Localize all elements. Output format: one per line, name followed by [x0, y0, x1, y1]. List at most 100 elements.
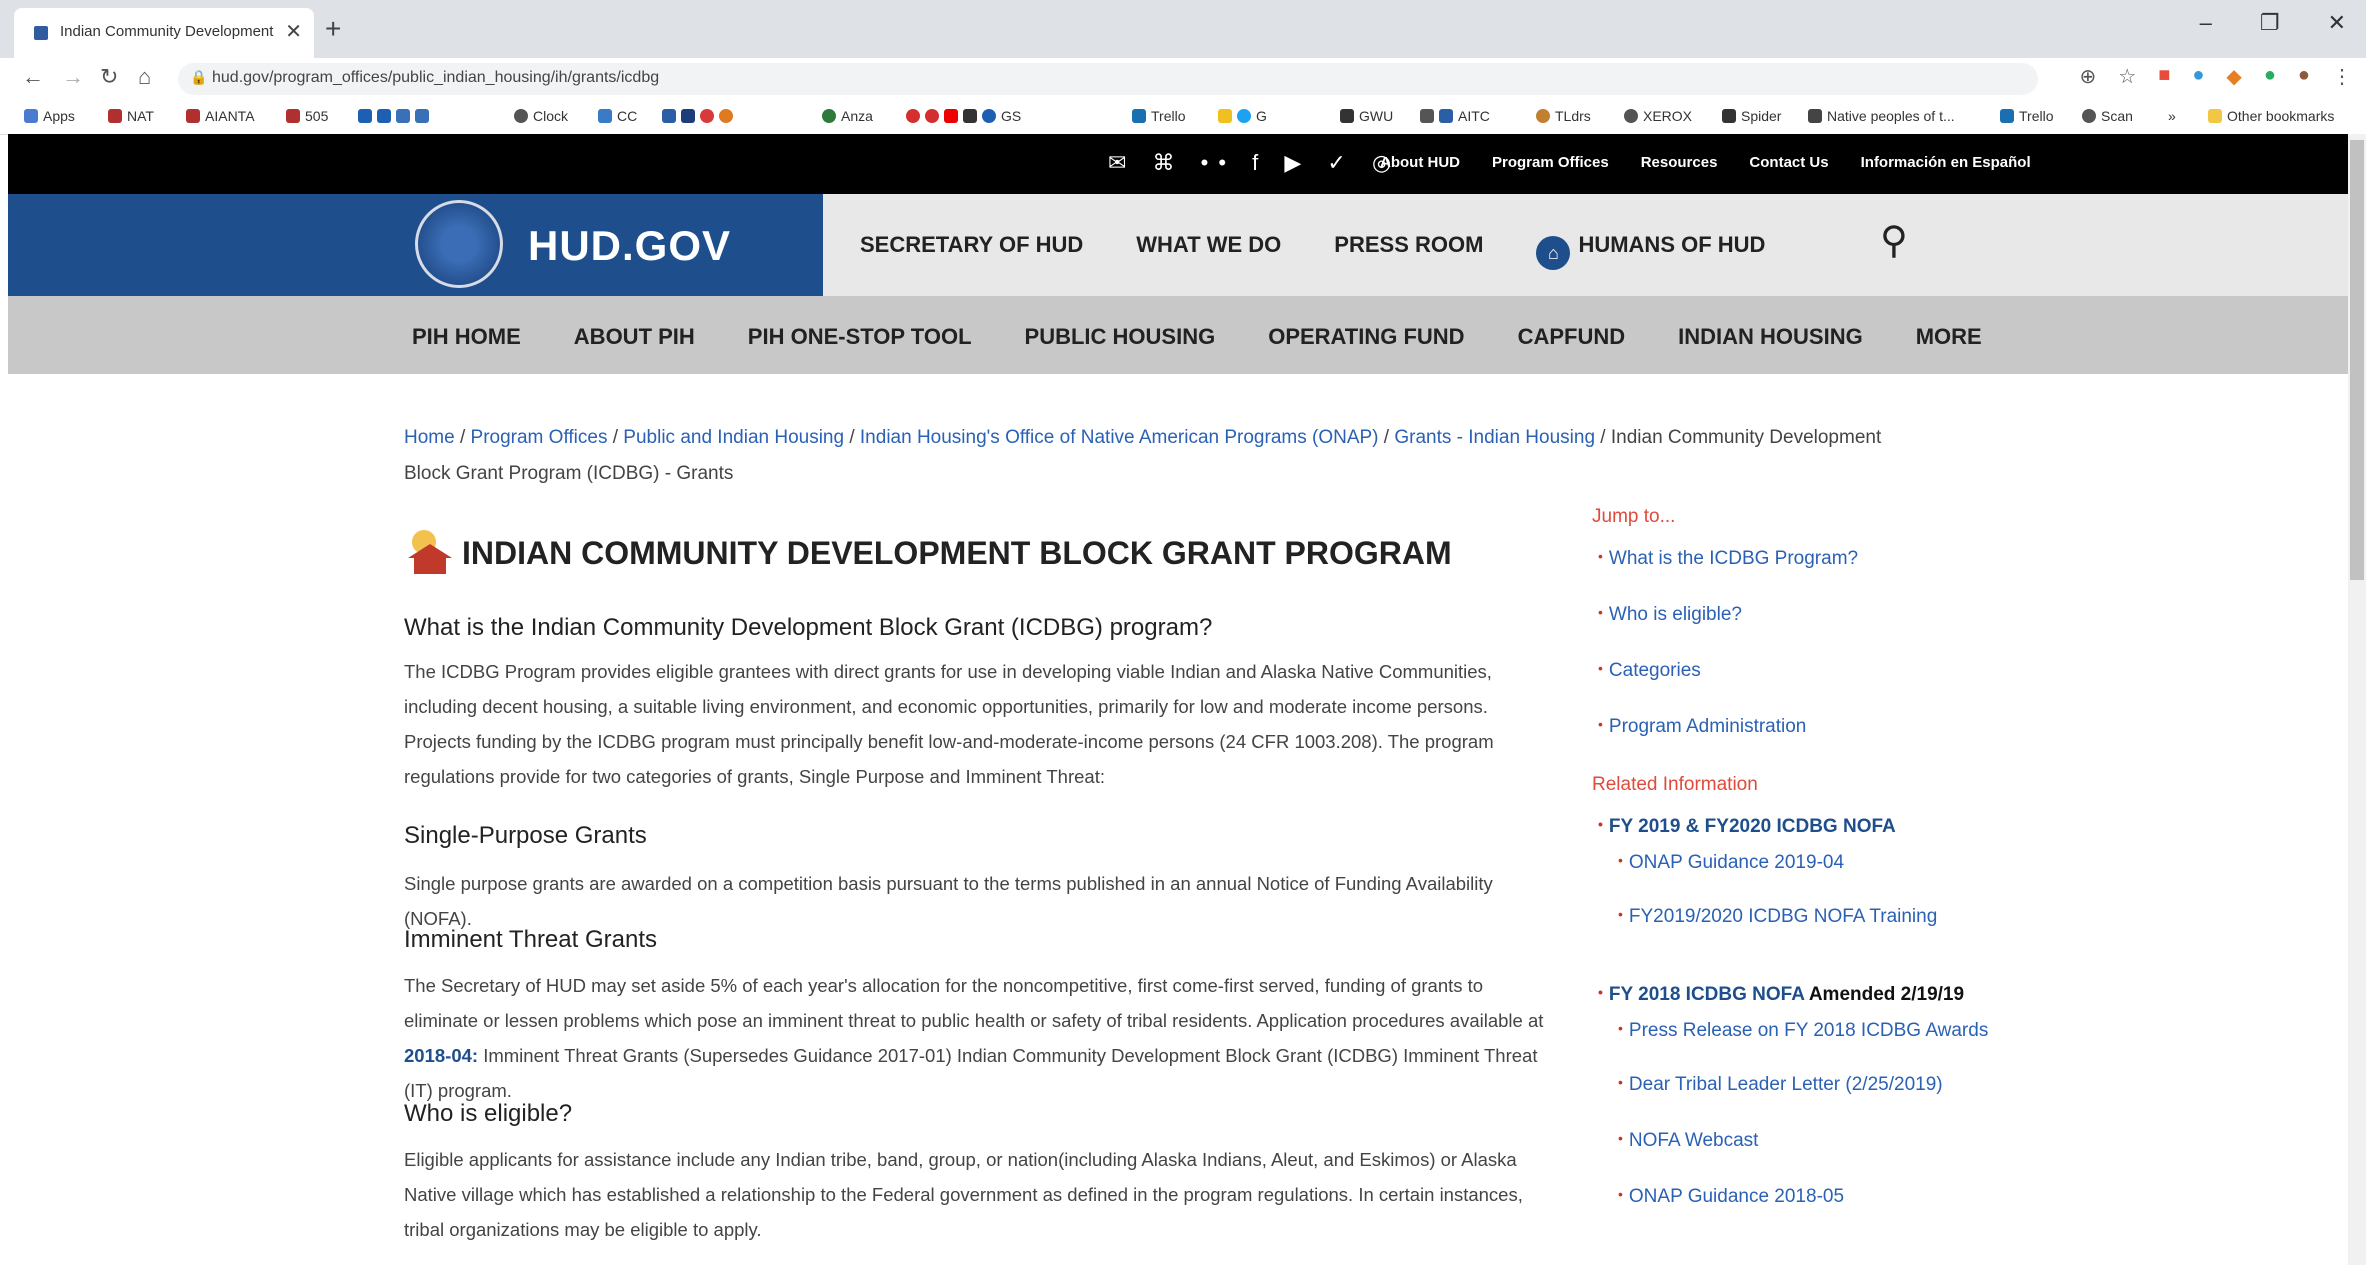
reload-icon[interactable]: ↻ — [100, 64, 118, 90]
bookmark[interactable] — [358, 108, 434, 124]
nofa-2018-link[interactable]: FY 2018 ICDBG NOFA Amended 2/19/19 — [1598, 984, 1964, 1006]
extension-icon[interactable]: ■ — [2158, 64, 2170, 89]
house-icon: ⌂ — [1536, 236, 1571, 270]
search-icon[interactable]: ⚲ — [1880, 218, 1908, 263]
bookmark[interactable]: Native peoples of t... — [1808, 108, 1955, 124]
jump-link[interactable]: What is the ICDBG Program? — [1598, 548, 1858, 570]
jump-link[interactable]: Program Administration — [1598, 716, 1806, 738]
utility-link-espanol[interactable]: Información en Español — [1861, 154, 2031, 171]
paragraph-imminent: The Secretary of HUD may set aside 5% of… — [404, 975, 1544, 1101]
browser-tab[interactable]: Indian Community Development ✕ — [14, 8, 314, 58]
bookmarks-bar: Apps NAT AIANTA 505 Clock CC Anza GS Tre… — [0, 100, 2366, 135]
nav-press-room[interactable]: PRESS ROOM — [1334, 232, 1483, 270]
related-link[interactable]: FY2019/2020 ICDBG NOFA Training — [1618, 906, 1937, 928]
breadcrumb-onap[interactable]: Indian Housing's Office of Native Americ… — [860, 427, 1379, 448]
breadcrumb-program-offices[interactable]: Program Offices — [471, 427, 608, 448]
pih-subnav: PIH HOME ABOUT PIH PIH ONE-STOP TOOL PUB… — [8, 296, 2348, 374]
scrollbar-thumb[interactable] — [2350, 140, 2364, 580]
subnav-about-pih[interactable]: ABOUT PIH — [574, 324, 695, 350]
bookmark[interactable]: 505 — [286, 108, 328, 124]
favicon-icon — [34, 26, 48, 40]
related-link[interactable]: Press Release on FY 2018 ICDBG Awards — [1618, 1020, 1988, 1042]
utility-link-program-offices[interactable]: Program Offices — [1492, 154, 1609, 171]
bookmark[interactable]: AIANTA — [186, 108, 255, 124]
subnav-public-housing[interactable]: PUBLIC HOUSING — [1025, 324, 1216, 350]
section-heading-imminent: Imminent Threat Grants — [404, 926, 657, 953]
bookmark[interactable]: Scan — [2082, 108, 2133, 124]
related-link[interactable]: ONAP Guidance 2019-04 — [1618, 852, 1844, 874]
bookmark[interactable]: Trello — [1132, 108, 1186, 124]
nofa-2019-link[interactable]: FY 2019 & FY2020 ICDBG NOFA — [1598, 816, 1896, 838]
breadcrumb-grants[interactable]: Grants - Indian Housing — [1394, 427, 1595, 448]
bookmark[interactable]: XEROX — [1624, 108, 1692, 124]
bookmark[interactable]: G — [1218, 108, 1267, 124]
jump-link[interactable]: Categories — [1598, 660, 1701, 682]
extension-icon[interactable]: ● — [2264, 64, 2276, 89]
extension-icons: ⊕ ☆ ■ ● ◆ ● ● ⋮ — [2080, 64, 2352, 89]
subnav-capfund[interactable]: CAPFUND — [1518, 324, 1626, 350]
address-bar[interactable]: 🔒 hud.gov/program_offices/public_indian_… — [178, 63, 2038, 95]
section-heading-eligible: Who is eligible? — [404, 1100, 573, 1127]
forward-arrow-icon[interactable]: → — [62, 64, 84, 90]
jump-to-heading: Jump to... — [1592, 506, 1676, 527]
profile-avatar-icon[interactable]: ● — [2298, 64, 2310, 89]
utility-link-about[interactable]: About HUD — [1380, 154, 1460, 171]
breadcrumb-public-indian-housing[interactable]: Public and Indian Housing — [623, 427, 844, 448]
extension-icon[interactable]: ● — [2192, 64, 2204, 89]
jump-link[interactable]: Who is eligible? — [1598, 604, 1742, 626]
related-link[interactable]: Dear Tribal Leader Letter (2/25/2019) — [1618, 1074, 1943, 1096]
window-controls: – ❐ ✕ — [2200, 10, 2346, 36]
bookmark[interactable]: Spider — [1722, 108, 1781, 124]
subnav-more[interactable]: MORE — [1916, 324, 1982, 350]
subnav-one-stop-tool[interactable]: PIH ONE-STOP TOOL — [748, 324, 972, 350]
bookmark[interactable]: Apps — [24, 108, 75, 124]
bookmark[interactable]: GS — [906, 108, 1021, 124]
url-text: hud.gov/program_offices/public_indian_ho… — [212, 69, 660, 86]
breadcrumb-home[interactable]: Home — [404, 427, 455, 448]
related-info-heading: Related Information — [1592, 774, 1758, 795]
bookmark[interactable]: GWU — [1340, 108, 1393, 124]
utility-links: About HUD Program Offices Resources Cont… — [1380, 154, 2031, 171]
minimize-icon[interactable]: – — [2200, 10, 2212, 36]
bookmark[interactable]: Anza — [822, 108, 873, 124]
home-icon[interactable]: ⌂ — [138, 64, 151, 90]
hud-seal-logo[interactable] — [415, 200, 503, 288]
extension-icon[interactable]: ◆ — [2226, 64, 2241, 89]
new-tab-button[interactable]: + — [325, 13, 341, 45]
bookmark[interactable] — [662, 108, 738, 124]
maximize-icon[interactable]: ❐ — [2260, 10, 2280, 36]
site-logo-text[interactable]: HUD.GOV — [528, 222, 731, 270]
subnav-indian-housing[interactable]: INDIAN HOUSING — [1678, 324, 1863, 350]
menu-icon[interactable]: ⋮ — [2332, 64, 2352, 89]
bookmark[interactable]: Trello — [2000, 108, 2054, 124]
bookmark[interactable]: NAT — [108, 108, 154, 124]
nav-secretary[interactable]: SECRETARY OF HUD — [860, 232, 1083, 270]
subnav-operating-fund[interactable]: OPERATING FUND — [1268, 324, 1464, 350]
related-link[interactable]: NOFA Webcast — [1618, 1130, 1759, 1152]
nav-humans-of-hud[interactable]: ⌂ HUMANS OF HUD — [1536, 232, 1765, 270]
bookmarks-overflow-button[interactable]: » — [2168, 108, 2176, 124]
close-tab-icon[interactable]: ✕ — [285, 19, 302, 44]
other-bookmarks-folder[interactable]: Other bookmarks — [2208, 108, 2334, 124]
utility-link-contact[interactable]: Contact Us — [1749, 154, 1828, 171]
main-nav: SECRETARY OF HUD WHAT WE DO PRESS ROOM ⌂… — [860, 232, 1765, 270]
utility-link-resources[interactable]: Resources — [1641, 154, 1718, 171]
guidance-2018-04-link[interactable]: 2018-04: — [404, 1045, 478, 1066]
breadcrumb: Home / Program Offices / Public and Indi… — [404, 427, 1882, 484]
bookmark[interactable]: Clock — [514, 108, 568, 124]
star-icon[interactable]: ☆ — [2118, 64, 2136, 89]
back-arrow-icon[interactable]: ← — [22, 64, 44, 90]
bookmark[interactable]: CC — [598, 108, 637, 124]
house-logo-icon — [404, 528, 456, 576]
social-icons[interactable]: ✉ ⌘ •• f ▶ ✓ ◎ — [1108, 150, 1401, 176]
browser-tab-bar — [0, 0, 2366, 58]
close-window-icon[interactable]: ✕ — [2328, 10, 2346, 36]
bookmark[interactable]: AITC — [1420, 108, 1490, 124]
nav-what-we-do[interactable]: WHAT WE DO — [1136, 232, 1281, 270]
bookmark[interactable]: TLdrs — [1536, 108, 1591, 124]
section-heading-single: Single-Purpose Grants — [404, 822, 647, 849]
paragraph-what: The ICDBG Program provides eligible gran… — [404, 661, 1494, 787]
subnav-pih-home[interactable]: PIH HOME — [412, 324, 521, 350]
related-link[interactable]: ONAP Guidance 2018-05 — [1618, 1186, 1844, 1208]
zoom-icon[interactable]: ⊕ — [2080, 64, 2097, 89]
